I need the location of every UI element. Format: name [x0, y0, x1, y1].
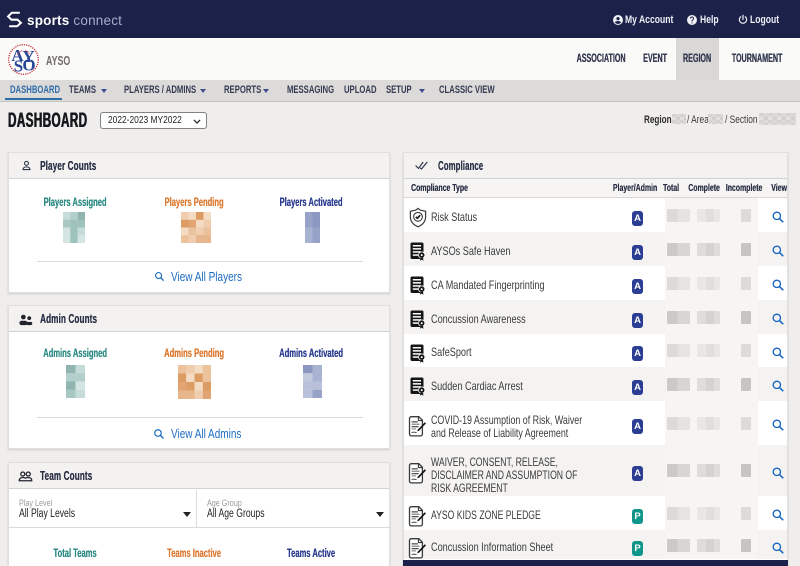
svg-text:O: O	[22, 56, 35, 75]
svg-text:S: S	[14, 57, 23, 76]
